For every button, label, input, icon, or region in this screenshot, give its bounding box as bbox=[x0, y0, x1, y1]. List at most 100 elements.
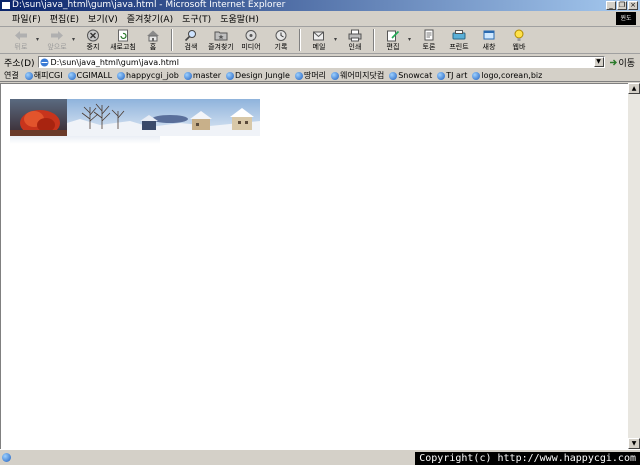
printer2-button[interactable]: 프린트 bbox=[444, 28, 474, 52]
ie-link-icon bbox=[294, 71, 303, 80]
link-label: Design Jungle bbox=[235, 71, 290, 80]
edit-icon bbox=[387, 30, 400, 42]
menu-edit[interactable]: 편집(E) bbox=[46, 12, 83, 25]
links-label: 연결 bbox=[4, 71, 19, 80]
ie-link-icon bbox=[24, 71, 33, 80]
back-button[interactable]: 뒤로 bbox=[6, 28, 36, 52]
go-arrow-icon bbox=[609, 59, 617, 65]
ie-link-icon bbox=[331, 71, 340, 80]
back-label: 뒤로 bbox=[14, 43, 28, 51]
address-input[interactable]: D:\sun\java_html\gum\java.html ▼ bbox=[37, 56, 605, 68]
go-button[interactable]: 이동 bbox=[609, 56, 636, 69]
webbar-label: 웹바 bbox=[512, 43, 526, 51]
minimize-button[interactable]: _ bbox=[606, 1, 616, 10]
edit-button[interactable]: 편집 bbox=[378, 28, 408, 52]
close-button[interactable]: × bbox=[628, 1, 638, 10]
window-title: D:\sun\java_html\gum\java.html - Microso… bbox=[12, 0, 286, 10]
winter-landscape-banner bbox=[10, 99, 260, 136]
stop-button[interactable]: 중지 bbox=[78, 28, 108, 52]
window-controls: _ ❐ × bbox=[606, 1, 638, 10]
link-label: logo,corean,biz bbox=[481, 71, 543, 80]
favorites-button[interactable]: 즐겨찾기 bbox=[206, 28, 236, 52]
window-titlebar[interactable]: D:\sun\java_html\gum\java.html - Microso… bbox=[0, 0, 640, 11]
status-bar: Copyright(c) http://www.happycgi.com bbox=[0, 449, 640, 465]
address-bar: 주소(D) D:\sun\java_html\gum\java.html ▼ 이… bbox=[0, 55, 640, 69]
webbar-button[interactable]: 웹바 bbox=[504, 28, 534, 52]
discuss-icon bbox=[424, 29, 434, 41]
toolbar-separator bbox=[171, 29, 173, 51]
link-item[interactable]: CGIMALL bbox=[67, 71, 112, 80]
ie-status-icon bbox=[2, 453, 11, 462]
menu-file[interactable]: 파일(F) bbox=[8, 12, 45, 25]
ie-page-icon bbox=[2, 2, 10, 9]
mail-label: 메일 bbox=[312, 43, 326, 51]
link-item[interactable]: master bbox=[183, 71, 222, 80]
maximize-button[interactable]: ❐ bbox=[617, 1, 627, 10]
link-label: TJ art bbox=[446, 71, 468, 80]
print-button[interactable]: 인쇄 bbox=[340, 28, 370, 52]
home-button[interactable]: 홈 bbox=[138, 28, 168, 52]
search-button[interactable]: 검색 bbox=[176, 28, 206, 52]
go-label: 이동 bbox=[618, 58, 636, 69]
link-item[interactable]: 웨어미지닷컴 bbox=[331, 70, 384, 81]
link-item[interactable]: 땅머리 bbox=[294, 70, 327, 81]
favorites-folder-icon bbox=[214, 31, 228, 41]
new-window-button[interactable]: 새창 bbox=[474, 28, 504, 52]
search-icon bbox=[184, 30, 196, 42]
link-label: 해피CGI bbox=[33, 71, 63, 80]
discuss-label: 토론 bbox=[422, 43, 436, 51]
link-item[interactable]: happycgi_job bbox=[117, 71, 179, 80]
toolbar-separator bbox=[373, 29, 375, 51]
history-label: 기록 bbox=[274, 43, 288, 51]
new-window-icon bbox=[483, 30, 495, 40]
scroll-up-icon[interactable]: ▲ bbox=[628, 83, 640, 94]
link-label: 땅머리 bbox=[303, 71, 327, 80]
home-label: 홈 bbox=[149, 43, 157, 51]
refresh-button[interactable]: 새로고침 bbox=[108, 28, 138, 52]
back-arrow-icon bbox=[15, 31, 27, 40]
page-icon bbox=[40, 58, 49, 66]
mail-button[interactable]: 메일 bbox=[304, 28, 334, 52]
vertical-scrollbar[interactable]: ▲ ▼ bbox=[628, 83, 640, 449]
menu-favorites[interactable]: 즐겨찾기(A) bbox=[123, 12, 177, 25]
link-item[interactable]: Snowcat bbox=[389, 71, 432, 80]
ie-link-icon bbox=[183, 71, 192, 80]
forward-label: 앞으로 bbox=[47, 43, 67, 51]
color-printer-icon bbox=[452, 30, 466, 40]
link-label: master bbox=[192, 71, 222, 80]
link-item[interactable]: TJ art bbox=[437, 71, 467, 80]
stop-icon bbox=[87, 29, 99, 42]
scroll-down-icon[interactable]: ▼ bbox=[628, 438, 640, 449]
menu-bar: 파일(F) 편집(E) 보기(V) 즐겨찾기(A) 도구(T) 도움말(H) bbox=[0, 11, 640, 27]
link-item[interactable]: Design Jungle bbox=[226, 71, 290, 80]
edit-label: 편집 bbox=[386, 43, 400, 51]
refresh-label: 새로고침 bbox=[110, 43, 136, 51]
menu-tools[interactable]: 도구(T) bbox=[178, 12, 215, 25]
address-dropdown-icon[interactable]: ▼ bbox=[593, 57, 604, 67]
history-icon bbox=[275, 30, 287, 41]
stop-label: 중지 bbox=[86, 43, 100, 51]
new-window-label: 새창 bbox=[482, 43, 496, 51]
ie-link-icon bbox=[117, 71, 126, 80]
history-button[interactable]: 기록 bbox=[266, 28, 296, 52]
menu-help[interactable]: 도움말(H) bbox=[216, 12, 263, 25]
link-item[interactable]: 해피CGI bbox=[24, 70, 63, 81]
printer-icon bbox=[348, 29, 362, 42]
menu-view[interactable]: 보기(V) bbox=[84, 12, 122, 25]
links-bar: 연결 해피CGI CGIMALL happycgi_job master Des… bbox=[0, 70, 640, 82]
address-label: 주소(D) bbox=[4, 58, 35, 69]
link-item[interactable]: logo,corean,biz bbox=[472, 71, 542, 80]
page-content bbox=[0, 83, 628, 449]
forward-button[interactable]: 앞으로 bbox=[42, 28, 72, 52]
home-icon bbox=[147, 30, 159, 42]
address-value: D:\sun\java_html\gum\java.html bbox=[50, 57, 179, 67]
printer2-label: 프린트 bbox=[449, 43, 469, 51]
forward-arrow-icon bbox=[51, 31, 63, 40]
discuss-button[interactable]: 토론 bbox=[414, 28, 444, 52]
toolbar-separator bbox=[299, 29, 301, 51]
search-label: 검색 bbox=[184, 43, 198, 51]
mail-icon bbox=[313, 31, 324, 41]
favorites-label: 즐겨찾기 bbox=[208, 43, 234, 51]
print-label: 인쇄 bbox=[348, 43, 362, 51]
media-button[interactable]: 미디어 bbox=[236, 28, 266, 52]
